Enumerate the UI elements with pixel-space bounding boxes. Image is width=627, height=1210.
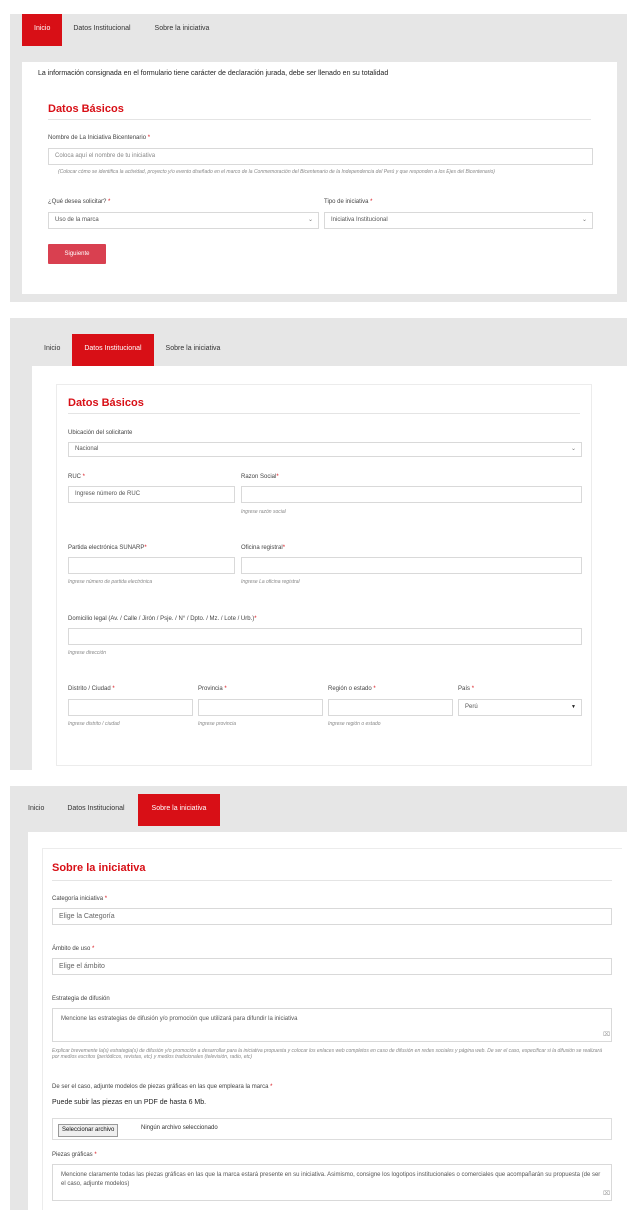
nombre-input[interactable]: Coloca aquí el nombre de tu iniciativa (48, 148, 593, 165)
ruc-label: RUC * (68, 474, 86, 480)
modelos-note: Puede subir las piezas en un PDF de hast… (52, 1099, 207, 1106)
distrito-input[interactable] (68, 699, 193, 716)
estrategia-placeholder: Mencione las estrategias de difusión y/o… (61, 1016, 298, 1022)
nombre-label: Nombre de La Iniciativa Bicentenario * (48, 135, 151, 141)
piezas-placeholder: Mencione claramente todas las piezas grá… (61, 1172, 601, 1187)
piezas-label: Piezas gráficas * (52, 1152, 97, 1158)
form-section: Datos Básicos Ubicación del solicitante … (56, 384, 592, 766)
tipo-label: Tipo de iniciativa * (324, 199, 373, 205)
region-input[interactable] (328, 699, 453, 716)
razon-label: Razon Social* (241, 474, 279, 480)
next-button[interactable]: Siguiente (48, 244, 106, 264)
section-divider (68, 413, 580, 414)
select-file-button[interactable]: Seleccionar archivo (58, 1124, 119, 1137)
categoria-select[interactable]: Elige la Categoría (52, 908, 612, 925)
provincia-label: Provincia * (198, 686, 227, 692)
distrito-hint: Ingrese distrito / ciudad (68, 721, 120, 727)
pais-value: Perú (465, 704, 478, 710)
pais-label: País * (458, 686, 475, 692)
chevron-down-icon: ⌄ (307, 217, 313, 223)
estrategia-label: Estrategia de difusión (52, 996, 110, 1002)
oficina-label: Oficina registral* (241, 545, 286, 551)
partida-label: Partida electrónica SUNARP* (68, 545, 147, 551)
tab-inicio[interactable]: Inicio (22, 14, 63, 46)
distrito-label: Distrito / Ciudad * (68, 686, 115, 692)
region-label: Región o estado * (328, 686, 376, 692)
tab-sobre-iniciativa[interactable]: Sobre la iniciativa (137, 794, 221, 826)
tab-inicio[interactable]: Inicio (32, 334, 72, 366)
solicitar-label: ¿Qué desea solicitar? * (48, 199, 111, 205)
razon-hint: Ingrese razón social (241, 509, 286, 515)
domicilio-input[interactable] (68, 628, 582, 645)
resize-handle-icon[interactable]: ⌧ (603, 1190, 610, 1199)
oficina-hint: Ingrese La oficina registral (241, 579, 300, 585)
file-upload: Seleccionar archivo Ningún archivo selec… (52, 1118, 612, 1140)
form-screen-inicio: Inicio Datos Institucional Sobre la inic… (10, 14, 627, 302)
form-section: Sobre la iniciativa Categoría iniciativa… (42, 848, 622, 1210)
pais-select[interactable]: Perú ▼ (458, 699, 582, 716)
file-status: Ningún archivo seleccionado (141, 1125, 218, 1131)
provincia-input[interactable] (198, 699, 323, 716)
ruc-input[interactable]: Ingrese número de RUC (68, 486, 235, 503)
form-screen-sobre-iniciativa: Inicio Datos Institucional Sobre la inic… (10, 786, 627, 1210)
solicitar-select[interactable]: Uso de la marca ⌄ (48, 212, 319, 229)
tab-inicio[interactable]: Inicio (18, 794, 54, 826)
resize-handle-icon[interactable]: ⌧ (603, 1031, 610, 1040)
ambito-label: Ámbito de uso * (52, 946, 95, 952)
partida-input[interactable] (68, 557, 235, 574)
tipo-select[interactable]: Iniciativa Institucional ⌄ (324, 212, 593, 229)
estrategia-hint: Explicar brevemente la(s) estrategia(s) … (52, 1048, 602, 1060)
section-title: Sobre la iniciativa (52, 862, 146, 874)
categoria-label: Categoría iniciativa * (52, 896, 108, 902)
tab-bar: Inicio Datos Institucional Sobre la inic… (10, 14, 627, 46)
chevron-down-icon: ⌄ (581, 217, 587, 223)
tipo-value: Iniciativa Institucional (331, 217, 388, 223)
tab-sobre-iniciativa[interactable]: Sobre la iniciativa (154, 334, 233, 366)
region-hint: Ingrese región o estado (328, 721, 381, 727)
form-card: Datos Básicos Ubicación del solicitante … (32, 366, 627, 770)
oficina-input[interactable] (241, 557, 582, 574)
provincia-hint: Ingrese provincia (198, 721, 237, 727)
solicitar-value: Uso de la marca (55, 217, 99, 223)
section-title: Datos Básicos (48, 103, 124, 115)
declaration-notice: La información consignada en el formular… (38, 70, 389, 77)
tab-sobre-iniciativa[interactable]: Sobre la iniciativa (142, 14, 223, 46)
chevron-down-icon: ⌄ (570, 446, 576, 452)
piezas-textarea[interactable]: Mencione claramente todas las piezas grá… (52, 1164, 612, 1201)
section-title: Datos Básicos (68, 397, 144, 409)
estrategia-textarea[interactable]: Mencione las estrategias de difusión y/o… (52, 1008, 612, 1042)
tab-bar: Inicio Datos Institucional Sobre la inic… (10, 794, 627, 826)
domicilio-hint: Ingrese dirección (68, 650, 107, 656)
partida-hint: Ingrese número de partida electrónica (68, 579, 153, 585)
section-divider (48, 119, 591, 120)
tab-bar: Inicio Datos Institucional Sobre la inic… (10, 334, 627, 366)
modelos-label: De ser el caso, adjunte modelos de pieza… (52, 1084, 273, 1090)
razon-input[interactable] (241, 486, 582, 503)
form-card: La información consignada en el formular… (22, 62, 617, 294)
tab-datos-institucional[interactable]: Datos Institucional (62, 14, 141, 46)
form-card: Sobre la iniciativa Categoría iniciativa… (28, 832, 627, 1210)
ambito-select[interactable]: Elige el ámbito (52, 958, 612, 975)
ubicacion-select[interactable]: Nacional ⌄ (68, 442, 582, 457)
ubicacion-value: Nacional (75, 446, 99, 452)
tab-datos-institucional[interactable]: Datos Institucional (54, 794, 137, 826)
ubicacion-label: Ubicación del solicitante (68, 430, 133, 436)
section-divider (52, 880, 612, 881)
domicilio-label: Domicilio legal (Av. / Calle / Jirón / P… (68, 616, 257, 622)
tab-datos-institucional[interactable]: Datos Institucional (72, 334, 154, 366)
caret-down-icon: ▼ (571, 704, 576, 710)
nombre-hint: (Colocar cómo se identifica la actividad… (58, 169, 495, 175)
form-screen-datos-institucional: Inicio Datos Institucional Sobre la inic… (10, 318, 627, 770)
